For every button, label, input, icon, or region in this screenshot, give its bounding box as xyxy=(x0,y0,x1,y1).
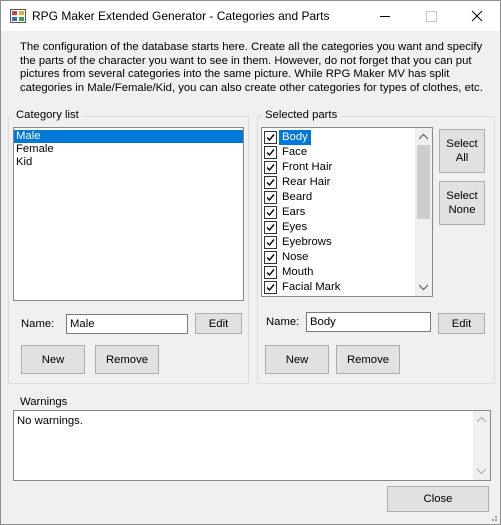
warnings-scrollbar[interactable] xyxy=(473,411,490,480)
part-list-item[interactable]: Eyebrows xyxy=(262,235,432,250)
minimize-icon xyxy=(380,16,390,17)
part-label: Nose xyxy=(282,251,309,263)
part-list-item[interactable]: Facial Mark xyxy=(262,280,432,295)
selected-parts-label: Selected parts xyxy=(262,109,341,121)
parts-scrollbar[interactable] xyxy=(415,128,432,296)
checkmark-icon xyxy=(266,179,275,187)
select-all-button[interactable]: Select All xyxy=(439,129,485,173)
part-label: Front Hair xyxy=(282,161,333,173)
app-window: RPG Maker Extended Generator - Categorie… xyxy=(0,0,501,525)
checkmark-icon xyxy=(266,149,275,157)
select-all-line1: Select xyxy=(446,138,478,150)
part-list-item[interactable]: Face xyxy=(262,145,432,160)
checkbox[interactable] xyxy=(264,236,277,249)
resize-grip-icon[interactable] xyxy=(488,512,498,522)
part-list-item[interactable]: Front Hair xyxy=(262,160,432,175)
checkmark-icon xyxy=(266,194,275,202)
part-name-field[interactable] xyxy=(306,312,431,332)
warnings-text: No warnings. xyxy=(17,415,83,427)
part-name-label: Name: xyxy=(266,316,300,328)
checkbox[interactable] xyxy=(264,206,277,219)
checkmark-icon xyxy=(266,224,275,232)
window-title: RPG Maker Extended Generator - Categorie… xyxy=(32,9,330,23)
checkbox[interactable] xyxy=(264,221,277,234)
checkmark-icon xyxy=(266,269,275,277)
scroll-up-icon xyxy=(418,133,429,140)
checkbox[interactable] xyxy=(264,281,277,294)
part-new-button[interactable]: New xyxy=(265,345,329,374)
category-edit-button[interactable]: Edit xyxy=(195,313,242,334)
part-label: Rear Hair xyxy=(282,176,331,188)
maximize-button[interactable] xyxy=(408,1,454,31)
category-listbox[interactable]: Male Female Kid xyxy=(13,127,244,301)
category-name-label: Name: xyxy=(21,318,55,330)
warnings-box[interactable]: No warnings. xyxy=(13,410,491,481)
category-list-item[interactable]: Kid xyxy=(14,156,243,169)
checkmark-icon xyxy=(266,254,275,262)
checkbox[interactable] xyxy=(264,251,277,264)
category-remove-button[interactable]: Remove xyxy=(95,345,159,374)
part-list-item[interactable]: Mouth xyxy=(262,265,432,280)
checkmark-icon xyxy=(266,239,275,247)
warnings-scroll-down-icon xyxy=(476,468,487,475)
category-list-item[interactable]: Male xyxy=(14,130,243,143)
part-list-item[interactable]: Nose xyxy=(262,250,432,265)
part-label: Facial Mark xyxy=(282,281,341,293)
close-button[interactable]: Close xyxy=(387,486,489,512)
maximize-icon xyxy=(426,11,437,22)
close-icon xyxy=(471,10,483,22)
app-icon xyxy=(10,9,26,23)
category-new-button[interactable]: New xyxy=(21,345,85,374)
warnings-label: Warnings xyxy=(20,396,68,408)
scrollbar-thumb[interactable] xyxy=(417,145,430,219)
select-none-button[interactable]: Select None xyxy=(439,181,485,225)
part-edit-button[interactable]: Edit xyxy=(438,313,485,334)
checkbox[interactable] xyxy=(264,131,277,144)
checkbox[interactable] xyxy=(264,176,277,189)
checkmark-icon xyxy=(266,164,275,172)
part-list-item[interactable]: Beard xyxy=(262,190,432,205)
part-remove-button[interactable]: Remove xyxy=(336,345,400,374)
select-none-line1: Select xyxy=(446,190,478,202)
checkbox[interactable] xyxy=(264,191,277,204)
checkmark-icon xyxy=(266,209,275,217)
category-list-label: Category list xyxy=(13,109,82,121)
close-window-button[interactable] xyxy=(454,1,500,31)
title-bar[interactable]: RPG Maker Extended Generator - Categorie… xyxy=(1,1,500,31)
part-label: Ears xyxy=(282,206,306,218)
checkbox[interactable] xyxy=(264,146,277,159)
part-label: Eyebrows xyxy=(282,236,332,248)
category-name-field[interactable] xyxy=(66,314,188,334)
part-list-item[interactable]: Body xyxy=(262,130,432,145)
part-label: Eyes xyxy=(282,221,308,233)
part-label: Face xyxy=(282,146,308,158)
category-list-item[interactable]: Female xyxy=(14,143,243,156)
part-list-item[interactable]: Rear Hair xyxy=(262,175,432,190)
select-none-line2: None xyxy=(448,204,476,216)
part-list-item[interactable]: Ears xyxy=(262,205,432,220)
part-label: Mouth xyxy=(282,266,314,278)
scroll-down-icon xyxy=(418,284,429,291)
checkbox[interactable] xyxy=(264,266,277,279)
checkmark-icon xyxy=(266,284,275,292)
minimize-button[interactable] xyxy=(362,1,408,31)
checkmark-icon xyxy=(266,134,275,142)
part-list-item[interactable]: Eyes xyxy=(262,220,432,235)
select-all-line2: All xyxy=(455,152,469,164)
checkbox[interactable] xyxy=(264,161,277,174)
part-label: Body xyxy=(279,130,311,145)
part-label: Beard xyxy=(282,191,313,203)
warnings-scroll-up-icon xyxy=(476,416,487,423)
description-text: The configuration of the database starts… xyxy=(20,41,483,94)
parts-checklist[interactable]: Body Face Front Hair Rear Hair Beard Ears Eyes… xyxy=(261,127,433,297)
